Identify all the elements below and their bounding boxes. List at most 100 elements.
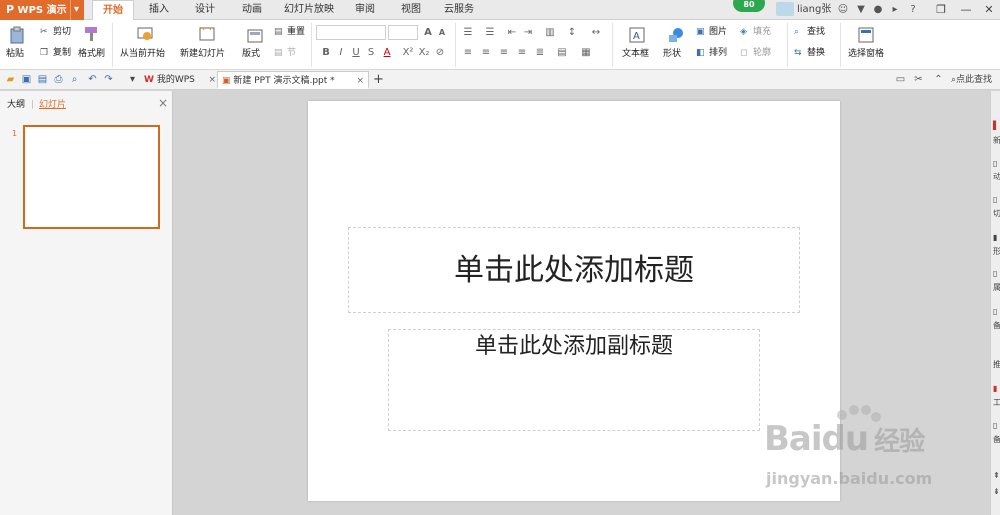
numbering-icon[interactable]: ☰ [484, 27, 496, 39]
properties-icon[interactable]: ▯ [993, 269, 1000, 281]
print-icon[interactable]: ⎙ [52, 73, 65, 86]
undo-icon[interactable]: ↶ [86, 73, 99, 86]
section-button[interactable]: 节 [287, 47, 296, 59]
tools-icon[interactable]: ▮ [993, 384, 1000, 396]
save-icon[interactable]: ▣ [20, 73, 33, 86]
sidebar-item-properties[interactable]: 属 [993, 282, 1000, 294]
close-button[interactable]: ✕ [978, 2, 1000, 18]
sidebar-item-notes[interactable]: 备 [993, 434, 1000, 446]
sidebar-item-new[interactable]: 新 [993, 135, 1000, 147]
paste-button[interactable]: 粘贴 [6, 48, 24, 60]
sidebar-item-recommend[interactable]: 推 [993, 359, 1000, 371]
cut-button[interactable]: 剪切 [53, 26, 71, 38]
tab-insert[interactable]: 插入 [140, 0, 178, 20]
tab-document[interactable]: ▣ 新建 PPT 演示文稿.ppt * × [217, 71, 369, 89]
format-painter-icon[interactable] [82, 25, 100, 43]
subscript-icon[interactable]: X₂ [418, 47, 430, 59]
font-color-icon[interactable]: A [381, 47, 393, 59]
outline-button[interactable]: 轮廓 [753, 47, 771, 59]
tab-view[interactable]: 视图 [392, 0, 430, 20]
display-icon[interactable]: ▭ [894, 73, 907, 86]
selection-pane-icon[interactable] [857, 26, 875, 44]
from-current-button[interactable]: 从当前开始 [120, 48, 165, 60]
chevron-up-icon[interactable]: ⇞ [993, 471, 1000, 483]
picture-button[interactable]: 图片 [709, 26, 727, 38]
arrange-button[interactable]: 排列 [709, 47, 727, 59]
redo-icon[interactable]: ↷ [102, 73, 115, 86]
close-panel-icon[interactable]: × [158, 97, 168, 109]
tab-my-wps[interactable]: W 我的WPS × [140, 71, 218, 89]
font-name-select[interactable] [316, 25, 386, 40]
font-size-select[interactable] [388, 25, 418, 40]
distribute-icon[interactable]: ≣ [534, 47, 546, 59]
convert-smartart-icon[interactable]: ▦ [580, 47, 592, 59]
open-icon[interactable]: ▰ [4, 73, 17, 86]
grow-font-icon[interactable]: A [422, 27, 434, 39]
sidebar-item-backup[interactable]: 备 [993, 320, 1000, 332]
tab-slides[interactable]: 幻灯片 [39, 99, 66, 111]
align-center-icon[interactable]: ≡ [480, 47, 492, 59]
shape-icon[interactable]: ▮ [993, 233, 1000, 245]
chevron-down-icon[interactable]: ▾ [70, 0, 82, 20]
text-direction-icon[interactable]: ↔ [590, 27, 602, 39]
copy-button[interactable]: 复制 [53, 47, 71, 59]
new-slide-icon[interactable] [198, 25, 216, 43]
superscript-icon[interactable]: X² [402, 47, 414, 59]
wps-app-menu-button[interactable]: P WPS 演示 ▾ [0, 0, 84, 20]
help-icon[interactable]: ? [906, 3, 920, 17]
line-spacing-icon[interactable]: ↕ [566, 27, 578, 39]
textbox-icon[interactable]: A [628, 26, 646, 44]
increase-indent-icon[interactable]: ⇥ [522, 27, 534, 39]
print-preview-icon[interactable]: ⌕ [68, 73, 81, 86]
textbox-button[interactable]: 文本框 [622, 48, 649, 60]
italic-icon[interactable]: I [335, 47, 347, 59]
columns-icon[interactable]: ▥ [544, 27, 556, 39]
update-badge[interactable]: 80 [733, 0, 765, 12]
justify-icon[interactable]: ≡ [516, 47, 528, 59]
tab-review[interactable]: 审阅 [346, 0, 384, 20]
close-icon[interactable]: × [208, 71, 216, 89]
tab-outline[interactable]: 大纲 [7, 99, 25, 111]
search-box[interactable]: ⌕点此查找 [951, 74, 992, 86]
bullets-icon[interactable]: ☰ [462, 27, 474, 39]
tab-cloud[interactable]: 云服务 [438, 0, 480, 20]
tab-design[interactable]: 设计 [186, 0, 224, 20]
play-from-current-icon[interactable] [136, 25, 154, 43]
shape-icon[interactable] [667, 26, 685, 44]
tab-start[interactable]: 开始 [92, 0, 134, 21]
reset-button[interactable]: 重置 [287, 26, 305, 38]
transition-icon[interactable]: ▯ [993, 195, 1000, 207]
chevron-down-icon[interactable]: ⇟ [993, 487, 1000, 499]
new-slide-button[interactable]: 新建幻灯片 [180, 48, 225, 60]
decrease-indent-icon[interactable]: ⇤ [506, 27, 518, 39]
align-left-icon[interactable]: ≡ [462, 47, 474, 59]
tab-animation[interactable]: 动画 [233, 0, 271, 20]
close-icon[interactable]: × [356, 72, 364, 90]
tools-icon[interactable]: ✂ [912, 73, 925, 86]
align-text-icon[interactable]: ▤ [556, 47, 568, 59]
align-right-icon[interactable]: ≡ [498, 47, 510, 59]
collapse-ribbon-icon[interactable]: ⌃ [932, 73, 945, 86]
fullscreen-icon[interactable]: ❐ [930, 2, 952, 18]
selection-pane-button[interactable]: 选择窗格 [848, 48, 884, 60]
notes-icon[interactable]: ▯ [993, 421, 1000, 433]
clear-format-icon[interactable]: ⊘ [434, 47, 446, 59]
bold-icon[interactable]: B [320, 47, 332, 59]
layout-icon[interactable] [246, 27, 264, 45]
shrink-font-icon[interactable]: A [436, 27, 448, 39]
sidebar-item-shape[interactable]: 形 [993, 246, 1000, 258]
sidebar-item-animation[interactable]: 动 [993, 171, 1000, 183]
animation-icon[interactable]: ▯ [993, 159, 1000, 171]
backup-icon[interactable]: ▯ [993, 307, 1000, 319]
layout-button[interactable]: 版式 [242, 48, 260, 60]
settings-icon[interactable]: ● [871, 3, 885, 17]
minimize-button[interactable]: — [955, 2, 977, 18]
sidebar-item-tools[interactable]: 工 [993, 397, 1000, 409]
underline-icon[interactable]: U [350, 47, 362, 59]
export-pdf-icon[interactable]: ▤ [36, 73, 49, 86]
shape-button[interactable]: 形状 [663, 48, 681, 60]
skin-icon[interactable]: ☺ [836, 3, 850, 17]
fill-button[interactable]: 填充 [753, 26, 771, 38]
user-account[interactable]: liang张 [776, 1, 831, 19]
find-button[interactable]: 查找 [807, 26, 825, 38]
